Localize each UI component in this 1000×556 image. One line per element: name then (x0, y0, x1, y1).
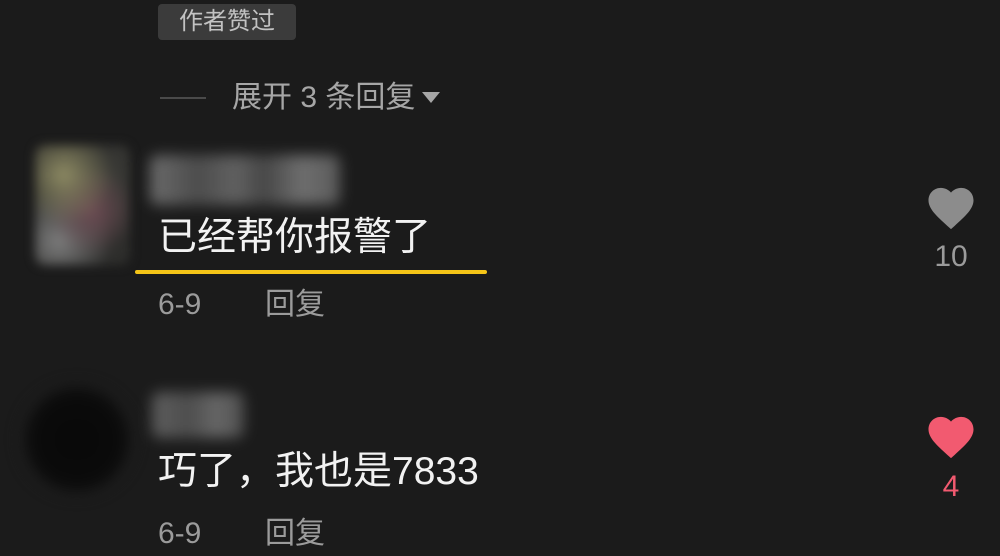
triangle-down-icon (422, 92, 441, 103)
like-button[interactable] (924, 181, 978, 233)
heart-icon (928, 187, 974, 230)
username-redacted[interactable] (152, 392, 244, 438)
like-button[interactable] (924, 410, 978, 462)
like-count: 10 (934, 240, 968, 273)
reply-button[interactable]: 回复 (265, 517, 325, 551)
comment-text: 巧了，我也是7833 (158, 450, 479, 493)
heart-icon (928, 416, 974, 459)
comment-list: 作者赞过 展开 3 条回复 已经帮你报警了 6-9 回复 10 巧了，我也是78… (0, 0, 1000, 556)
expand-replies-button[interactable]: 展开 3 条回复 (232, 80, 441, 116)
expand-divider-line (160, 97, 206, 99)
avatar[interactable] (18, 382, 136, 497)
comment-date: 6-9 (158, 517, 202, 550)
comment-date: 6-9 (158, 288, 202, 321)
username-redacted[interactable] (150, 155, 340, 205)
highlight-underline (135, 270, 487, 274)
like-count: 4 (942, 470, 960, 503)
avatar[interactable] (35, 145, 130, 265)
reply-button[interactable]: 回复 (265, 288, 325, 322)
comment-text: 已经帮你报警了 (158, 216, 432, 259)
expand-replies-label: 展开 3 条回复 (232, 81, 416, 114)
author-liked-badge: 作者赞过 (158, 4, 296, 40)
